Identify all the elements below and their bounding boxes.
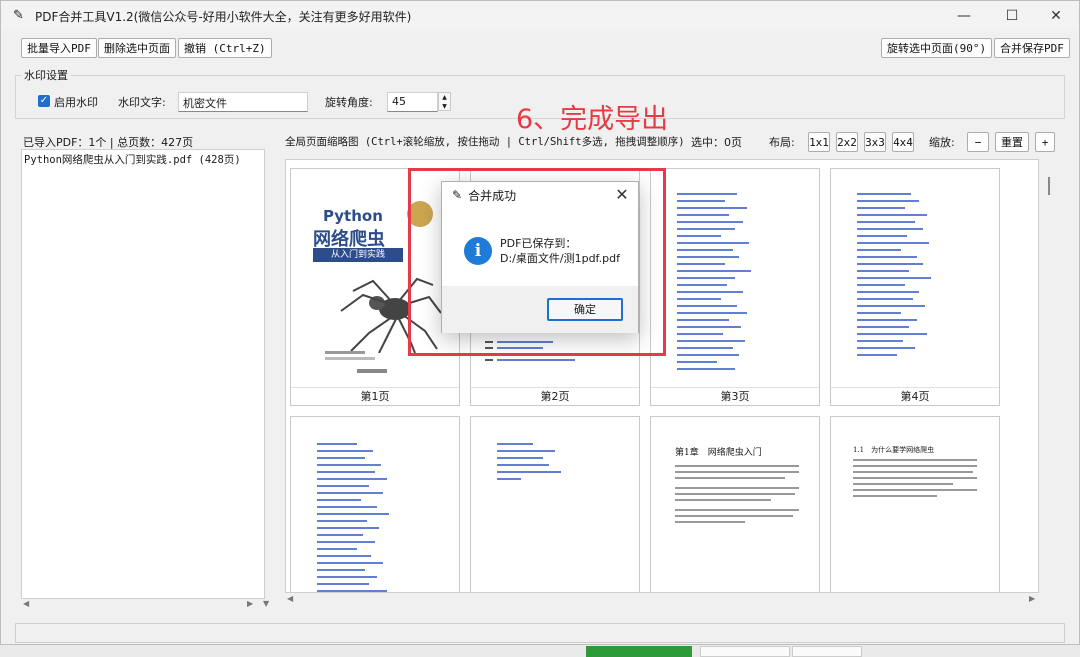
background-window-strip xyxy=(0,645,1080,657)
merge-save-button[interactable]: 合并保存PDF xyxy=(994,38,1070,58)
layout-label: 布局: xyxy=(769,136,795,149)
background-green-button xyxy=(586,646,692,657)
title-bar: ✎ PDF合并工具V1.2(微信公众号-好用小软件大全，关注有更多好用软件) —… xyxy=(1,1,1079,31)
dialog-title: 合并成功 xyxy=(468,188,517,203)
app-window: ✎ PDF合并工具V1.2(微信公众号-好用小软件大全，关注有更多好用软件) —… xyxy=(0,0,1080,645)
scroll-thumb[interactable] xyxy=(1048,177,1050,195)
page-preview: 1.1 为什么要学网络爬虫 xyxy=(835,421,995,592)
scroll-left-arrow-icon[interactable]: ◀ xyxy=(23,599,29,608)
page-preview xyxy=(835,173,995,385)
page-label: 第4页 xyxy=(831,387,999,405)
cover-text-line xyxy=(325,351,365,354)
page-thumbnail-6[interactable] xyxy=(470,416,640,592)
status-bar xyxy=(15,623,1065,643)
rotation-angle-stepper[interactable]: ▲ ▼ xyxy=(438,92,451,111)
watermark-enable-checkbox[interactable]: ✓ xyxy=(38,95,50,107)
thumbnail-vscrollbar[interactable] xyxy=(1041,159,1057,593)
window-title: PDF合并工具V1.2(微信公众号-好用小软件大全，关注有更多好用软件) xyxy=(35,9,412,24)
dialog-message-path: D:/桌面文件/测1pdf.pdf xyxy=(500,252,620,265)
page-thumbnail-7[interactable]: 第1章 网络爬虫入门 xyxy=(650,416,820,592)
layout-3x3-button[interactable]: 3x3 xyxy=(864,132,886,152)
import-pdf-button[interactable]: 批量导入PDF xyxy=(21,38,97,58)
feather-icon: ✎ xyxy=(452,188,463,202)
selected-count: 选中：0页 xyxy=(691,136,742,149)
page-thumbnail-8[interactable]: 1.1 为什么要学网络爬虫 xyxy=(830,416,1000,592)
feather-icon: ✎ xyxy=(13,8,24,23)
background-button xyxy=(700,646,790,657)
page-label: 第3页 xyxy=(651,387,819,405)
zoom-label: 缩放: xyxy=(929,136,955,149)
rotation-angle-label: 旋转角度: xyxy=(325,96,373,109)
rotation-angle-input[interactable]: 45 xyxy=(387,92,438,112)
cover-text-line xyxy=(325,357,375,360)
rotate-pages-button[interactable]: 旋转选中页面(90°) xyxy=(881,38,993,58)
zoom-in-button[interactable]: + xyxy=(1035,132,1055,152)
page-preview xyxy=(655,173,815,385)
delete-pages-button[interactable]: 删除选中页面 xyxy=(98,38,176,58)
publisher-mark xyxy=(357,369,387,373)
section-heading: 1.1 为什么要学网络爬虫 xyxy=(853,446,935,454)
thumbnail-hscrollbar[interactable]: ◀ ▶ xyxy=(285,593,1039,605)
layout-1x1-button[interactable]: 1x1 xyxy=(808,132,830,152)
imported-status: 已导入PDF：1个 | 总页数：427页 xyxy=(23,136,194,149)
file-list-hscrollbar[interactable]: ◀ ▶ ▼ xyxy=(21,597,269,611)
page-thumbnail-3[interactable]: 第3页 xyxy=(650,168,820,406)
step-annotation: 6、完成导出 xyxy=(516,104,669,135)
chapter-heading: 第1章 网络爬虫入门 xyxy=(675,448,762,458)
thumbnail-hint: 全局页面缩略图 (Ctrl+滚轮缩放, 按住拖动 | Ctrl/Shift多选,… xyxy=(285,136,685,148)
layout-2x2-button[interactable]: 2x2 xyxy=(836,132,858,152)
scroll-left-arrow-icon[interactable]: ◀ xyxy=(287,594,293,603)
undo-button[interactable]: 撤销 (Ctrl+Z) xyxy=(178,38,272,58)
cover-tag: 从入门到实践 xyxy=(313,248,403,262)
watermark-enable-label: 启用水印 xyxy=(54,96,98,109)
scroll-right-arrow-icon[interactable]: ▶ xyxy=(1029,594,1035,603)
minimize-button[interactable]: — xyxy=(941,1,987,31)
pdf-file-list[interactable]: Python网络爬虫从入门到实践.pdf (428页) xyxy=(21,149,265,599)
layout-4x4-button[interactable]: 4x4 xyxy=(892,132,914,152)
success-dialog: ✎ 合并成功 ✕ i PDF已保存到： D:/桌面文件/测1pdf.pdf 确定 xyxy=(441,181,639,333)
list-item[interactable]: Python网络爬虫从入门到实践.pdf (428页) xyxy=(24,152,241,167)
page-thumbnail-5[interactable] xyxy=(290,416,460,592)
page-preview: 第1章 网络爬虫入门 xyxy=(655,421,815,592)
page-preview xyxy=(295,421,455,592)
close-button[interactable]: ✕ xyxy=(1033,1,1079,31)
scroll-down-arrow-icon[interactable]: ▼ xyxy=(263,599,269,608)
background-button xyxy=(792,646,862,657)
zoom-out-button[interactable]: − xyxy=(967,132,989,152)
watermark-group-label: 水印设置 xyxy=(21,67,71,83)
scroll-right-arrow-icon[interactable]: ▶ xyxy=(247,599,253,608)
page-label: 第1页 xyxy=(291,387,459,405)
page-label: 第2页 xyxy=(471,387,639,405)
ok-button[interactable]: 确定 xyxy=(547,298,623,321)
page-preview xyxy=(475,421,635,592)
dialog-title-bar: ✎ 合并成功 xyxy=(442,182,638,208)
maximize-button[interactable]: ☐ xyxy=(989,1,1035,31)
cover-title: Python xyxy=(323,207,383,225)
zoom-reset-button[interactable]: 重置 xyxy=(995,132,1029,152)
watermark-text-input[interactable]: 机密文件 xyxy=(178,92,308,112)
watermark-text-label: 水印文字: xyxy=(118,96,166,109)
info-icon: i xyxy=(464,237,492,265)
page-thumbnail-4[interactable]: 第4页 xyxy=(830,168,1000,406)
dialog-footer: 确定 xyxy=(442,286,638,333)
dialog-message-line1: PDF已保存到： xyxy=(500,237,577,250)
dialog-close-button[interactable]: ✕ xyxy=(612,185,632,205)
